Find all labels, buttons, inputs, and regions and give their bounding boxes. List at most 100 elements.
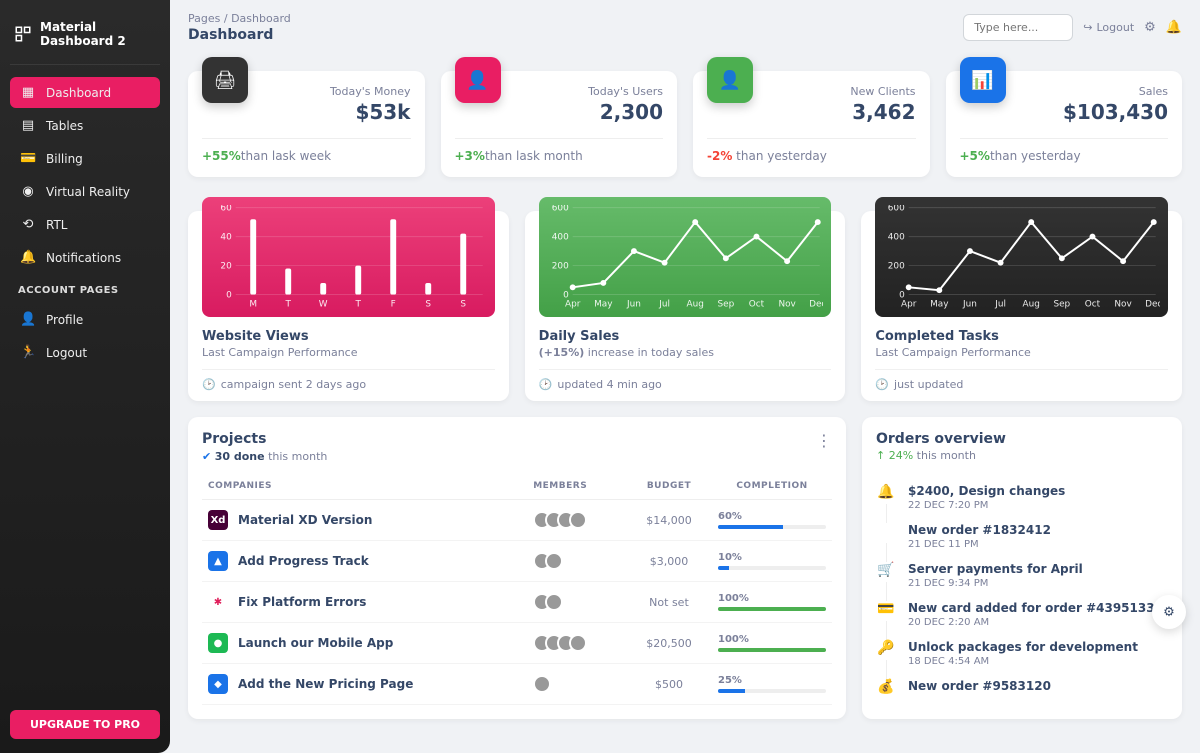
logout-link[interactable]: ↪ Logout [1083,21,1134,34]
svg-text:T: T [284,299,291,309]
company-icon: ✱ [208,592,228,612]
timeline-icon: 💰 [876,679,896,695]
rtl-icon: ⟲ [20,217,36,232]
completion: 25% [718,675,826,693]
stat-card: 🖨Today's Money$53k+55%than lask week [188,71,425,177]
members [533,593,620,611]
stat-card: 👤New Clients3,462-2% than yesterday [693,71,930,177]
timeline-date: 18 DEC 4:54 AM [908,656,1138,667]
svg-text:Nov: Nov [1115,299,1132,309]
projects-menu-icon[interactable]: ⋮ [816,431,832,450]
sidebar-item-billing[interactable]: 💳Billing [10,143,160,174]
avatar [533,675,551,693]
orders-overview-card: Orders overview ↑ 24% this month 🔔$2400,… [862,417,1182,719]
projects-title: Projects [202,431,327,447]
sidebar-item-tables[interactable]: ▤Tables [10,110,160,141]
company-name: Material XD Version [238,513,372,527]
upgrade-button[interactable]: UPGRADE TO PRO [10,710,160,739]
page-title: Dashboard [188,27,291,43]
notifications-icon: 🔔 [20,250,36,265]
breadcrumb-parent[interactable]: Pages [188,12,220,25]
svg-text:Apr: Apr [901,299,917,309]
stat-footer: -2% than yesterday [707,138,916,163]
stat-value: 3,462 [707,100,916,124]
company-icon: ◆ [208,674,228,694]
tables-icon: ▤ [20,118,36,133]
chart-subtitle: Last Campaign Performance [202,346,495,359]
svg-text:600: 600 [551,205,568,214]
breadcrumb: Pages / Dashboard Dashboard [188,12,291,43]
budget: $3,000 [626,541,712,582]
table-row: ▲Add Progress Track$3,00010% [202,541,832,582]
svg-text:Jul: Jul [658,299,670,309]
table-header: COMPLETION [712,473,832,500]
chart-title: Website Views [202,329,495,344]
sidebar-item-logout[interactable]: 🏃Logout [10,337,160,368]
svg-text:Aug: Aug [1023,299,1040,309]
svg-text:Sep: Sep [1054,299,1071,309]
svg-text:S: S [460,299,466,309]
svg-text:20: 20 [220,262,232,272]
company-name: Add the New Pricing Page [238,677,413,691]
main: Pages / Dashboard Dashboard ↪ Logout ⚙ 🔔… [170,0,1200,753]
stat-footer: +55%than lask week [202,138,411,163]
sidebar-item-profile[interactable]: 👤Profile [10,304,160,335]
members [533,552,620,570]
stat-footer: +5%than yesterday [960,138,1169,163]
projects-table: COMPANIESMEMBERSBUDGETCOMPLETION XdMater… [202,473,832,705]
svg-text:M: M [249,299,257,309]
svg-text:200: 200 [551,262,568,272]
svg-text:F: F [391,299,396,309]
sidebar-item-virtual-reality[interactable]: ◉Virtual Reality [10,176,160,207]
search-input[interactable] [963,14,1073,41]
bell-icon[interactable]: 🔔 [1166,20,1182,35]
timeline-item: 💳New card added for order #439513320 DEC… [876,595,1168,634]
svg-text:60: 60 [220,205,232,214]
gear-icon[interactable]: ⚙ [1144,20,1156,35]
sidebar-item-dashboard[interactable]: ▦Dashboard [10,77,160,108]
timeline-date: 22 DEC 7:20 PM [908,500,1065,511]
company-icon: Xd [208,510,228,530]
svg-text:Aug: Aug [686,299,703,309]
timeline-title: $2400, Design changes [908,484,1065,498]
stat-icon: 📊 [960,57,1006,103]
completion: 10% [718,552,826,570]
company-name: Fix Platform Errors [238,595,366,609]
stat-icon: 👤 [707,57,753,103]
svg-text:W: W [319,299,328,309]
stat-footer: +3%than lask month [455,138,664,163]
timeline-icon [876,523,896,550]
svg-text:Dec: Dec [1145,299,1160,309]
svg-text:S: S [425,299,431,309]
logout-icon: 🏃 [20,345,36,360]
avatar [569,634,587,652]
sidebar-item-rtl[interactable]: ⟲RTL [10,209,160,240]
chart-updated: 🕑campaign sent 2 days ago [202,369,495,391]
completion: 100% [718,593,826,611]
clock-icon: 🕑 [875,378,889,391]
settings-fab[interactable]: ⚙ [1152,595,1186,629]
timeline-title: New order #9583120 [908,679,1051,693]
chart-card: 0204060MTWTFSSWebsite ViewsLast Campaign… [188,211,509,401]
timeline-date: 20 DEC 2:20 AM [908,617,1155,628]
dashboard-icon: ▦ [20,85,36,100]
svg-text:May: May [594,299,612,309]
table-header: MEMBERS [527,473,626,500]
sidebar-item-notifications[interactable]: 🔔Notifications [10,242,160,273]
chart-title: Daily Sales [539,329,832,344]
table-row: ●Launch our Mobile App$20,500100% [202,623,832,664]
table-row: ✱Fix Platform ErrorsNot set100% [202,582,832,623]
stat-card: 👤Today's Users2,300+3%than lask month [441,71,678,177]
completion: 100% [718,634,826,652]
stat-card: 📊Sales$103,430+5%than yesterday [946,71,1183,177]
chart-updated: 🕑updated 4 min ago [539,369,832,391]
members [533,634,620,652]
overview-subtitle: ↑ 24% this month [876,449,1168,462]
company-name: Add Progress Track [238,554,369,568]
timeline-date: 21 DEC 9:34 PM [908,578,1083,589]
sidebar: Material Dashboard 2 ▦Dashboard▤Tables💳B… [0,0,170,753]
table-header: COMPANIES [202,473,527,500]
chart: 0204060MTWTFSS [202,197,495,317]
nav-section-label: ACCOUNT PAGES [10,275,160,302]
virtual reality-icon: ◉ [20,184,36,199]
